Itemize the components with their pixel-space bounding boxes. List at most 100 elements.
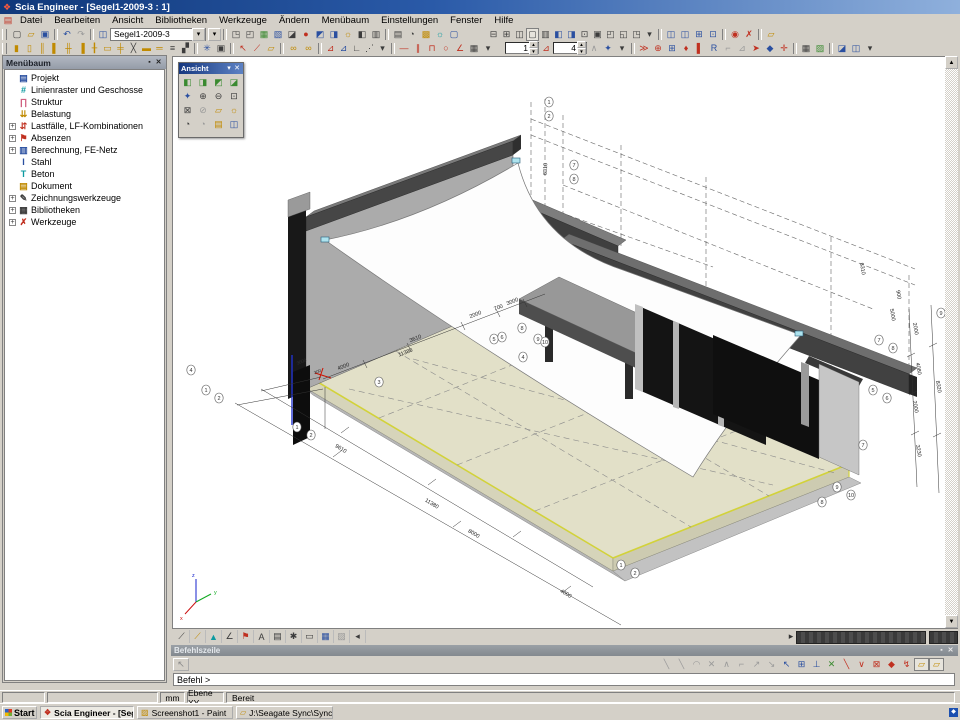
close-icon[interactable]: ✕ [946,646,955,655]
snap-perp-icon[interactable]: ⌐ [734,658,749,671]
layout-more-icon[interactable]: ▾ [643,28,656,41]
column-tool-icon[interactable]: ▮ [10,42,23,55]
layers-icon[interactable]: ◰ [243,28,257,41]
document-icon[interactable]: ▢ [447,28,461,41]
expander-icon[interactable]: + [9,219,16,226]
pen-1-icon[interactable]: ⟋ [174,630,190,643]
redo-icon[interactable]: ↷ [74,28,88,41]
camera-icon[interactable]: ◔ [180,117,195,131]
axes-display-icon[interactable]: ▲ [206,630,222,643]
menu-item[interactable]: Ansicht [106,15,149,26]
slab-tool-icon[interactable]: ═ [153,42,166,55]
symbols-display-icon[interactable]: ✱ [286,630,302,643]
tree-item[interactable]: + ✗ Werkzeuge [7,216,164,228]
shade-display-icon[interactable]: ▨ [334,630,350,643]
tree-item[interactable]: T Beton [7,168,164,180]
web-icon[interactable]: ☼ [433,28,447,41]
pen-2-icon[interactable]: ⟋ [190,630,206,643]
tile-icon[interactable]: ⊞ [692,28,706,41]
result-1-icon[interactable]: ▦ [799,42,813,55]
polygon-select-icon[interactable]: ▱ [264,42,278,55]
snap-line-icon[interactable]: ╲ [659,658,674,671]
tree-item[interactable]: + ✎ Zeichnungswerkzeuge [7,192,164,204]
tree-item[interactable]: + ⚑ Absenzen [7,132,164,144]
tree-item[interactable]: # Linienraster und Geschosse [7,84,164,96]
load-8-icon[interactable]: ⊿ [735,42,749,55]
snap-ortho-icon[interactable]: ⊥ [809,658,824,671]
zoom-selection-icon[interactable]: ⊘ [196,103,211,117]
layout-7-icon[interactable]: ◨ [565,28,578,41]
scroll-up-icon[interactable]: ▲ [945,56,958,69]
rectangle-tool-icon[interactable]: ⊓ [425,42,439,55]
chevron-down-icon[interactable]: ▾ [225,64,233,73]
snap-node-icon[interactable]: ◆ [884,658,899,671]
ucs-4-icon[interactable]: ⋰ [363,42,376,55]
view-more-icon[interactable]: ▾ [615,42,629,55]
dark-scroll-segment-1[interactable] [796,631,926,644]
draw-more-icon[interactable]: ▾ [481,42,495,55]
activity-icon[interactable]: ⊿ [539,42,553,55]
haunch-tool-icon[interactable]: ╂ [88,42,101,55]
axon-view-4-icon[interactable]: ◪ [227,75,242,89]
layout-8-icon[interactable]: ⊡ [578,28,591,41]
redraw-icon[interactable]: ◉ [728,28,742,41]
command-panel-header[interactable]: Befehlszeile ▪ ✕ [171,645,958,656]
menu-item[interactable]: Fenster [444,15,488,26]
ucs-3-icon[interactable]: ∟ [350,42,363,55]
table-icon[interactable]: ▥ [369,28,383,41]
status-plane[interactable]: Ebene XY [187,692,224,703]
copy-icon[interactable]: ▧ [271,28,285,41]
tree-item[interactable]: ⇊ Belastung [7,108,164,120]
spin-down-icon[interactable]: ▼ [577,48,586,55]
preview-icon[interactable]: ◔ [405,28,419,41]
circle-tool-icon[interactable]: ○ [439,42,453,55]
print-icon[interactable]: ▤ [391,28,405,41]
project-window-icon[interactable]: ◫ [96,28,110,41]
girder-tool-icon[interactable]: ▐ [75,42,88,55]
drawing-canvas[interactable]: 4000 3610 11380 2000 700 3000 9610 11380… [172,56,945,628]
menu-item[interactable]: Ändern [273,15,316,26]
scroll-down-icon[interactable]: ▼ [945,615,958,628]
plate-tool-icon[interactable]: ▭ [101,42,114,55]
render-icon[interactable]: ● [299,28,313,41]
save-icon[interactable]: ▣ [38,28,52,41]
axon-view-3-icon[interactable]: ◩ [211,75,226,89]
section-icon[interactable]: ∧ [587,42,601,55]
link-2-icon[interactable]: ∞ [301,42,316,55]
snap-mid-icon[interactable]: ∧ [719,658,734,671]
doc-1-icon[interactable]: ◪ [835,42,849,55]
layout-1-icon[interactable]: ⊟ [487,28,500,41]
image-icon[interactable]: ▦ [257,28,271,41]
rib-tool-icon[interactable]: ▬ [140,42,153,55]
snap-cross-icon[interactable]: ✕ [704,658,719,671]
tree-item[interactable]: + ▦ Bibliotheken [7,204,164,216]
node-tool-icon[interactable]: ✳ [200,42,214,55]
snap-midpoint-icon[interactable]: ∨ [854,658,869,671]
load-6-icon[interactable]: R [707,42,721,55]
layout-3-icon[interactable]: ◫ [513,28,526,41]
expander-icon[interactable]: + [9,135,16,142]
load-9-icon[interactable]: ➤ [749,42,763,55]
taskbar-task-paint[interactable]: ▨ Screenshot1 - Paint [137,706,233,719]
new-icon[interactable]: ▢ [10,28,24,41]
opening-tool-icon[interactable]: ▞ [179,42,192,55]
paste-icon[interactable]: ◪ [285,28,299,41]
tree-item[interactable]: ▤ Dokument [7,180,164,192]
snap-dim-2-icon[interactable]: ▱ [929,658,944,671]
expander-icon[interactable] [9,183,16,190]
tree-item[interactable]: ▤ Projekt [7,72,164,84]
snap-intersect-icon[interactable]: ⊠ [869,658,884,671]
result-2-icon[interactable]: ▨ [813,42,827,55]
menu-item[interactable]: Bibliotheken [149,15,213,26]
tree-item[interactable]: ∏ Struktur [7,96,164,108]
expander-icon[interactable] [9,99,16,106]
spin-down-icon[interactable]: ▼ [529,48,538,55]
grid-display-icon[interactable]: ▦ [318,630,334,643]
doc-2-icon[interactable]: ◫ [849,42,863,55]
beam-tool-icon[interactable]: ▯ [23,42,36,55]
snap-near-icon[interactable]: ↘ [764,658,779,671]
spinner-arrows[interactable]: ▲▼ [529,41,538,55]
activity-spinner[interactable]: 1 ▲▼ [505,42,539,54]
person-view-icon[interactable]: ✦ [601,42,615,55]
snap-end-icon[interactable]: ╲ [674,658,689,671]
